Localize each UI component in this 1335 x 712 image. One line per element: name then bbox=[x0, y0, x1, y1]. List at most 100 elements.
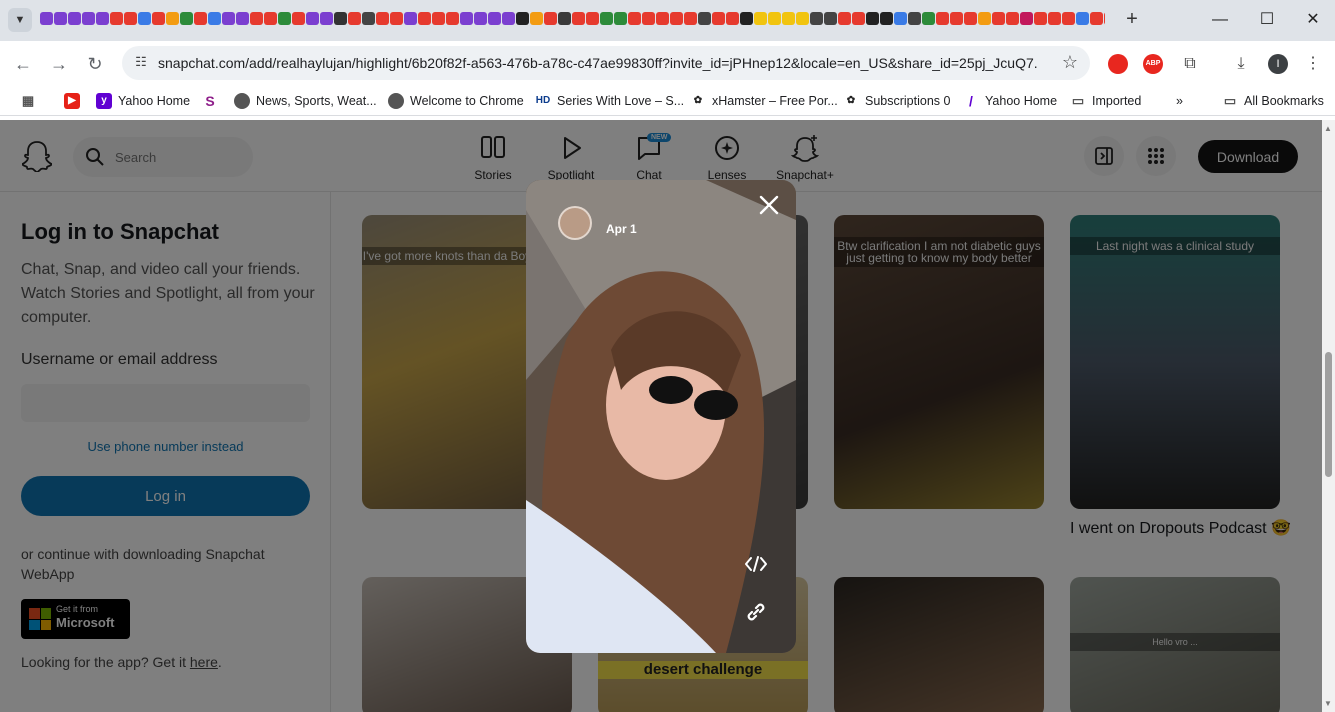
tab-favicon-icon[interactable] bbox=[796, 12, 809, 25]
tab-favicon-icon[interactable] bbox=[1020, 12, 1033, 25]
tab-favicon-icon[interactable] bbox=[866, 12, 879, 25]
address-bar[interactable]: ☷ snapchat.com/add/realhaylujan/highligh… bbox=[122, 46, 1090, 80]
tab-favicon-icon[interactable] bbox=[628, 12, 641, 25]
reload-button[interactable]: ↻ bbox=[82, 51, 108, 77]
tab-favicon-icon[interactable] bbox=[40, 12, 53, 25]
tab-favicon-icon[interactable] bbox=[264, 12, 277, 25]
tab-favicon-icon[interactable] bbox=[110, 12, 123, 25]
minimize-button[interactable]: — bbox=[1208, 8, 1232, 32]
tab-favicon-icon[interactable] bbox=[894, 12, 907, 25]
tab-favicon-icon[interactable] bbox=[656, 12, 669, 25]
tab-favicon-icon[interactable] bbox=[180, 12, 193, 25]
chrome-menu-icon[interactable]: ⋮ bbox=[1303, 54, 1323, 74]
all-bookmarks[interactable]: ▭ All Bookmarks bbox=[1222, 92, 1324, 110]
tab-search-button[interactable]: ▼ bbox=[8, 8, 32, 32]
tab-favicon-icon[interactable] bbox=[838, 12, 851, 25]
tab-favicon-icon[interactable] bbox=[348, 12, 361, 25]
tab-favicon-icon[interactable] bbox=[1104, 12, 1105, 25]
maximize-button[interactable]: ☐ bbox=[1255, 8, 1279, 32]
tab-favicon-icon[interactable] bbox=[1076, 12, 1089, 25]
tab-favicon-icon[interactable] bbox=[460, 12, 473, 25]
tab-favicon-icon[interactable] bbox=[96, 12, 109, 25]
tab-favicon-icon[interactable] bbox=[586, 12, 599, 25]
bookmark-subscriptions[interactable]: ✿ Subscriptions 0 bbox=[843, 92, 950, 110]
tab-favicon-icon[interactable] bbox=[740, 12, 753, 25]
tab-favicon-icon[interactable] bbox=[446, 12, 459, 25]
pinned-tabs[interactable] bbox=[40, 11, 1105, 27]
tab-favicon-icon[interactable] bbox=[1034, 12, 1047, 25]
bookmark-series[interactable]: HD Series With Love – S... bbox=[535, 92, 684, 110]
tab-favicon-icon[interactable] bbox=[726, 12, 739, 25]
tab-favicon-icon[interactable] bbox=[768, 12, 781, 25]
scroll-up-arrow-icon[interactable]: ▲ bbox=[1324, 124, 1332, 133]
tab-favicon-icon[interactable] bbox=[222, 12, 235, 25]
bookmark-welcome-chrome[interactable]: Welcome to Chrome bbox=[388, 92, 524, 110]
bookmark-yahoo-home[interactable]: y Yahoo Home bbox=[96, 92, 190, 110]
tab-favicon-icon[interactable] bbox=[404, 12, 417, 25]
tab-favicon-icon[interactable] bbox=[698, 12, 711, 25]
forward-button[interactable]: → bbox=[46, 51, 72, 77]
new-tab-button[interactable]: + bbox=[1120, 8, 1144, 32]
tab-favicon-icon[interactable] bbox=[376, 12, 389, 25]
close-window-button[interactable]: ✕ bbox=[1301, 8, 1325, 32]
story-avatar[interactable] bbox=[558, 206, 592, 240]
tab-favicon-icon[interactable] bbox=[908, 12, 921, 25]
apps-grid-icon[interactable]: ▦ bbox=[20, 92, 36, 110]
site-info-icon[interactable]: ☷ bbox=[132, 54, 150, 72]
tab-favicon-icon[interactable] bbox=[922, 12, 935, 25]
tab-favicon-icon[interactable] bbox=[1090, 12, 1103, 25]
tab-favicon-icon[interactable] bbox=[642, 12, 655, 25]
tab-favicon-icon[interactable] bbox=[544, 12, 557, 25]
back-button[interactable]: ← bbox=[10, 51, 36, 77]
extension-red-icon[interactable] bbox=[1108, 54, 1128, 74]
tab-favicon-icon[interactable] bbox=[824, 12, 837, 25]
extensions-puzzle-icon[interactable]: ⧉ bbox=[1180, 54, 1200, 74]
tab-favicon-icon[interactable] bbox=[558, 12, 571, 25]
tab-favicon-icon[interactable] bbox=[320, 12, 333, 25]
tab-favicon-icon[interactable] bbox=[516, 12, 529, 25]
bookmark-youtube[interactable]: ▶ bbox=[64, 92, 86, 110]
bookmark-star-icon[interactable]: ☆ bbox=[1062, 52, 1078, 73]
tab-favicon-icon[interactable] bbox=[278, 12, 291, 25]
tab-favicon-icon[interactable] bbox=[530, 12, 543, 25]
tab-favicon-icon[interactable] bbox=[68, 12, 81, 25]
tab-favicon-icon[interactable] bbox=[488, 12, 501, 25]
tab-favicon-icon[interactable] bbox=[54, 12, 67, 25]
story-viewer[interactable]: Apr 1 bbox=[526, 180, 796, 653]
bookmark-yahoo-home-2[interactable]: / Yahoo Home bbox=[963, 92, 1057, 110]
tab-favicon-icon[interactable] bbox=[978, 12, 991, 25]
tab-favicon-icon[interactable] bbox=[712, 12, 725, 25]
embed-code-icon[interactable] bbox=[744, 554, 768, 574]
tab-favicon-icon[interactable] bbox=[418, 12, 431, 25]
bookmark-xhamster[interactable]: ✿ xHamster – Free Por... bbox=[690, 92, 838, 110]
tab-favicon-icon[interactable] bbox=[1006, 12, 1019, 25]
tab-favicon-icon[interactable] bbox=[152, 12, 165, 25]
tab-favicon-icon[interactable] bbox=[306, 12, 319, 25]
adblock-plus-icon[interactable]: ABP bbox=[1143, 54, 1163, 74]
tab-favicon-icon[interactable] bbox=[250, 12, 263, 25]
tab-favicon-icon[interactable] bbox=[852, 12, 865, 25]
close-icon[interactable] bbox=[758, 194, 780, 216]
tab-favicon-icon[interactable] bbox=[166, 12, 179, 25]
bookmark-folder-imported[interactable]: ▭ Imported bbox=[1070, 92, 1141, 110]
url-text[interactable]: snapchat.com/add/realhaylujan/highlight/… bbox=[158, 55, 1038, 71]
scrollbar-thumb[interactable] bbox=[1325, 352, 1332, 477]
tab-favicon-icon[interactable] bbox=[502, 12, 515, 25]
tab-favicon-icon[interactable] bbox=[432, 12, 445, 25]
tab-favicon-icon[interactable] bbox=[1048, 12, 1061, 25]
tab-favicon-icon[interactable] bbox=[194, 12, 207, 25]
tab-favicon-icon[interactable] bbox=[124, 12, 137, 25]
tab-favicon-icon[interactable] bbox=[292, 12, 305, 25]
tab-favicon-icon[interactable] bbox=[572, 12, 585, 25]
bookmark-s[interactable]: S bbox=[202, 92, 224, 110]
tab-favicon-icon[interactable] bbox=[992, 12, 1005, 25]
tab-favicon-icon[interactable] bbox=[880, 12, 893, 25]
tab-favicon-icon[interactable] bbox=[138, 12, 151, 25]
tab-favicon-icon[interactable] bbox=[810, 12, 823, 25]
tab-favicon-icon[interactable] bbox=[208, 12, 221, 25]
profile-avatar[interactable]: I bbox=[1268, 54, 1288, 74]
downloads-icon[interactable]: ⤓ bbox=[1231, 54, 1251, 74]
scroll-down-arrow-icon[interactable]: ▼ bbox=[1324, 699, 1332, 708]
link-icon[interactable] bbox=[744, 600, 768, 624]
tab-favicon-icon[interactable] bbox=[754, 12, 767, 25]
